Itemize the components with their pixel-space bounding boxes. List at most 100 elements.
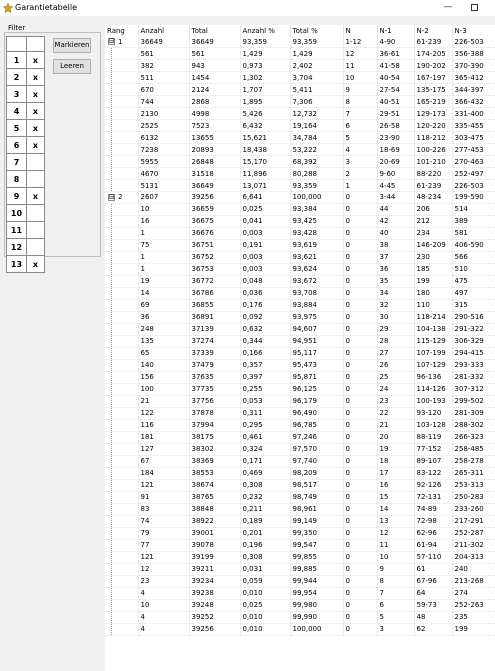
table-row[interactable]: 1 36753 0,003 93,624 0 36 185 510 <box>105 263 495 276</box>
filter-grid[interactable]: 1 x 2 x 3 x 4 x 5 x 6 x 7 8 9 x 10 11 12 13 x <box>6 36 45 273</box>
filter-row[interactable]: 6x <box>6 136 45 154</box>
column-header[interactable]: Total % <box>290 25 344 36</box>
table-row[interactable]: 511 1454 1,302 3,704 10 40-54 167-197 365-412 <box>105 71 495 85</box>
table-row[interactable]: 16 36675 0,041 93,425 0 42 212 389 <box>105 215 495 228</box>
maximize-icon[interactable] <box>467 1 481 14</box>
column-header[interactable]: N-2 <box>414 25 453 36</box>
table-row[interactable]: 561 561 1,429 1,429 12 36-61 174-205 356-388 <box>105 47 495 61</box>
table-row[interactable]: 122 37878 0,311 96,490 0 22 93-120 281-309 <box>105 407 495 420</box>
filter-row[interactable]: 1x <box>6 51 45 69</box>
table-row[interactable]: 4670 31518 11,896 80,288 2 9-60 88-220 252-497 <box>105 167 495 181</box>
filter-row-mark[interactable] <box>26 170 45 188</box>
filter-row-mark[interactable]: x <box>26 255 45 273</box>
rang-cell <box>105 59 139 73</box>
table-row[interactable]: 67 38369 0,171 97,740 0 18 89-107 258-278 <box>105 455 495 468</box>
table-row[interactable]: 116 37994 0,295 96,785 0 21 103-128 288-302 <box>105 419 495 432</box>
collapse-icon[interactable]: ⊟ <box>108 193 115 201</box>
table-row[interactable]: 670 2124 1,707 5,411 9 27-54 135-175 344-397 <box>105 83 495 97</box>
collapse-icon[interactable]: ⊟ <box>108 38 115 46</box>
table-row[interactable]: 5131 36649 13,071 93,359 1 4-45 61-239 226-503 <box>105 179 495 193</box>
table-row[interactable]: 121 38674 0,308 98,517 0 16 92-126 253-313 <box>105 479 495 492</box>
filter-row[interactable]: 2x <box>6 68 45 86</box>
rang-cell <box>105 323 139 336</box>
table-row[interactable]: 1 36752 0,003 93,621 0 37 230 566 <box>105 251 495 264</box>
filter-row-mark[interactable]: x <box>26 68 45 86</box>
column-header[interactable]: Anzahl % <box>240 25 291 36</box>
minimize-icon[interactable]: — <box>441 1 455 14</box>
table-row[interactable]: 2525 7523 6,432 19,164 6 26-58 120-220 335-455 <box>105 119 495 133</box>
clear-button[interactable]: Leeren <box>53 59 91 74</box>
filter-row-mark[interactable]: x <box>26 119 45 137</box>
table-cell: 0 <box>343 575 378 588</box>
table-row[interactable]: 4 39252 0,010 99,990 0 5 48 235 <box>105 611 495 624</box>
column-header[interactable]: Total <box>189 25 241 36</box>
filter-row[interactable]: 13 x <box>6 255 45 273</box>
table-row[interactable]: 184 38553 0,469 98,209 0 17 83-122 265-311 <box>105 467 495 480</box>
filter-row-mark[interactable] <box>26 204 45 222</box>
table-row[interactable]: 36 36891 0,092 93,975 0 30 118-214 290-516 <box>105 311 495 324</box>
table-row[interactable]: 12 39211 0,031 99,885 0 9 61 240 <box>105 563 495 576</box>
filter-row-mark[interactable]: x <box>26 102 45 120</box>
table-row[interactable]: 6132 13655 15,621 34,784 5 23-90 118-212 303-47… <box>105 131 495 145</box>
table-row[interactable]: 10 39248 0,025 99,980 0 6 59-73 252-263 <box>105 599 495 612</box>
table-row[interactable]: 181 38175 0,461 97,246 0 20 88-119 266-323 <box>105 431 495 444</box>
mark-button[interactable]: Markieren <box>53 38 91 53</box>
table-row[interactable]: 65 37339 0,166 95,117 0 27 107-199 294-415 <box>105 347 495 360</box>
table-row[interactable]: 156 37635 0,397 95,871 0 25 96-136 281-332 <box>105 371 495 384</box>
filter-row[interactable]: 10 <box>6 204 45 222</box>
table-row[interactable]: 4 39238 0,010 99,954 0 7 64 274 <box>105 587 495 600</box>
filter-row-mark[interactable] <box>26 153 45 171</box>
filter-row[interactable]: 5x <box>6 119 45 137</box>
table-cell: 107-199 <box>414 347 453 360</box>
filter-row[interactable]: 3x <box>6 85 45 103</box>
table-row[interactable]: 83 38848 0,211 98,961 0 14 74-89 233-260 <box>105 503 495 516</box>
table-row[interactable]: 7238 20893 18,438 53,222 4 18-69 100-226 277-45… <box>105 143 495 157</box>
table-cell: 118-212 <box>414 131 453 145</box>
table-row[interactable]: 14 36786 0,036 93,708 0 34 180 497 <box>105 287 495 300</box>
filter-row[interactable]: 4x <box>6 102 45 120</box>
table-row[interactable]: 4 39256 0,010 100,000 0 3 62 199 <box>105 623 495 636</box>
table-row[interactable]: 135 37274 0,344 94,951 0 28 115-129 306-329 <box>105 335 495 348</box>
column-header[interactable]: Anzahl <box>138 25 190 36</box>
warranty-table[interactable]: Rang Anzahl Total Anzahl % Total % N N-1 N-2 N-3… <box>105 25 495 671</box>
table-row[interactable]: 121 39199 0,308 99,855 0 10 57-110 204-313 <box>105 551 495 564</box>
filter-row[interactable]: 8 <box>6 170 45 188</box>
filter-row-mark[interactable]: x <box>26 85 45 103</box>
filter-row-mark[interactable]: x <box>26 187 45 205</box>
column-header[interactable]: N <box>343 25 378 36</box>
filter-row[interactable]: 11 <box>6 221 45 239</box>
table-row[interactable]: 10 36659 0,025 93,384 0 44 206 514 <box>105 203 495 216</box>
group-row[interactable]: ⊟ 1 36649 36649 93,359 93,359 1-12 4-90 61-239 22… <box>105 36 495 49</box>
filter-row[interactable]: 12 <box>6 238 45 256</box>
filter-row-mark[interactable] <box>26 238 45 256</box>
column-header[interactable]: N-3 <box>452 25 495 36</box>
filter-row-mark[interactable]: x <box>26 51 45 69</box>
table-row[interactable]: 100 37735 0,255 96,125 0 24 114-126 307-312 <box>105 383 495 396</box>
table-row[interactable]: 382 943 0,973 2,402 11 41-58 190-202 370-390 <box>105 59 495 73</box>
column-header[interactable]: Rang <box>105 25 139 36</box>
filter-row-mark[interactable]: x <box>26 136 45 154</box>
table-row[interactable]: 79 39001 0,201 99,350 0 12 62-96 252-287 <box>105 527 495 540</box>
table-row[interactable]: 2130 4998 5,426 12,732 7 29-51 129-173 331-400 <box>105 107 495 121</box>
filter-row-mark[interactable] <box>26 221 45 239</box>
group-row[interactable]: ⊟ 2 2607 39256 6,641 100,000 0 3-44 48-234 199-59… <box>105 191 495 204</box>
filter-row[interactable]: 9x <box>6 187 45 205</box>
table-cell: 9 <box>377 563 415 576</box>
table-row[interactable]: 1 36676 0,003 93,428 0 40 234 581 <box>105 227 495 240</box>
table-cell: 36753 <box>189 263 241 276</box>
filter-row[interactable]: 7 <box>6 153 45 171</box>
table-row[interactable]: 19 36772 0,048 93,672 0 35 199 475 <box>105 275 495 288</box>
table-row[interactable]: 127 38302 0,324 97,570 0 19 77-152 258-485 <box>105 443 495 456</box>
table-row[interactable]: 140 37479 0,357 95,473 0 26 107-129 293-333 <box>105 359 495 372</box>
table-row[interactable]: 744 2868 1,895 7,306 8 40-51 165-219 366-432 <box>105 95 495 109</box>
column-header[interactable]: N-1 <box>377 25 415 36</box>
table-row[interactable]: 248 37139 0,632 94,607 0 29 104-138 291-322 <box>105 323 495 336</box>
table-row[interactable]: 77 39078 0,196 99,547 0 11 61-94 211-302 <box>105 539 495 552</box>
table-row[interactable]: 23 39234 0,059 99,944 0 8 67-96 213-268 <box>105 575 495 588</box>
table-row[interactable]: 21 37756 0,053 96,179 0 23 100-193 299-502 <box>105 395 495 408</box>
table-row[interactable]: 91 38765 0,232 98,749 0 15 72-131 250-283 <box>105 491 495 504</box>
table-row[interactable]: 74 38922 0,189 99,149 0 13 72-98 217-291 <box>105 515 495 528</box>
table-row[interactable]: 75 36751 0,191 93,619 0 38 146-209 406-590 <box>105 239 495 252</box>
table-row[interactable]: 5955 26848 15,170 68,392 3 20-69 101-210 270-46… <box>105 155 495 169</box>
table-row[interactable]: 69 36855 0,176 93,884 0 32 110 315 <box>105 299 495 312</box>
